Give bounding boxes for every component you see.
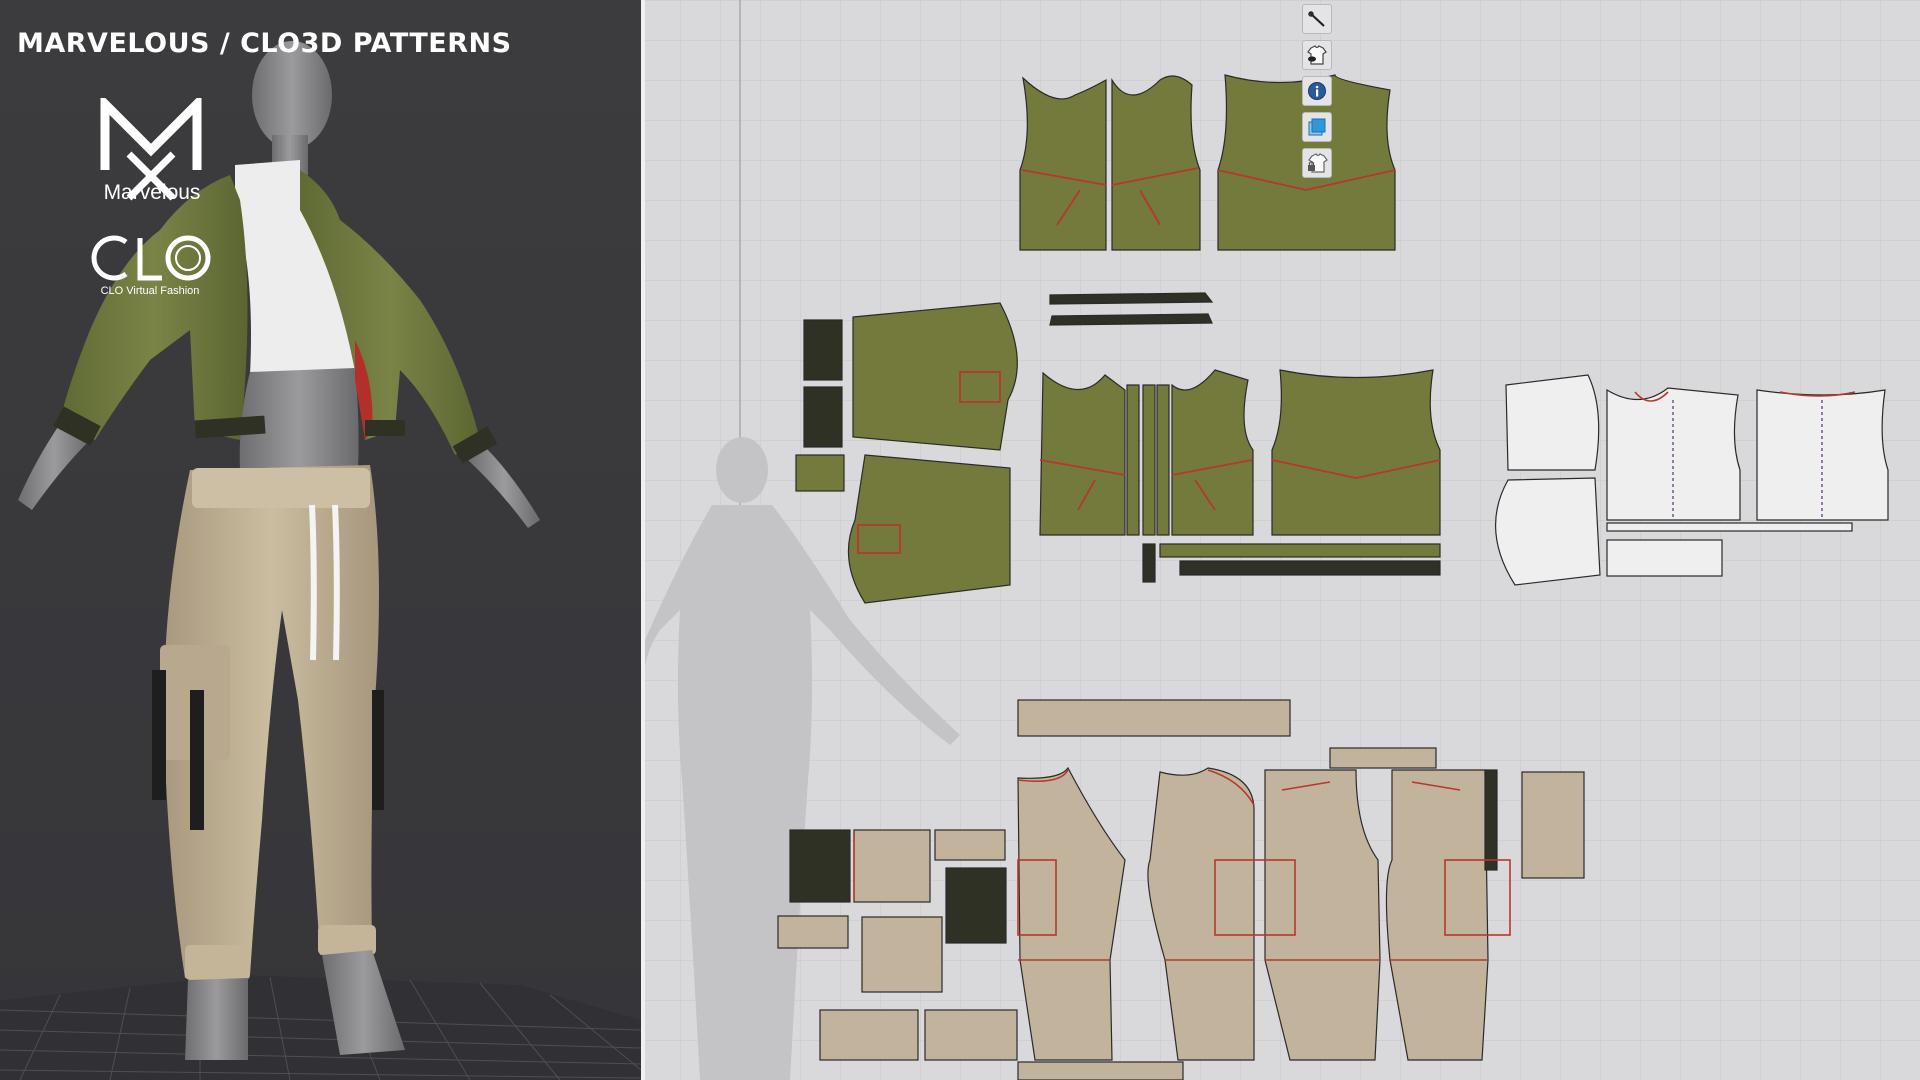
jacket-front-left — [1019, 76, 1107, 251]
top-hem-band — [1606, 539, 1723, 577]
jacket-lining-front-left — [1039, 371, 1126, 536]
trouser-waistband — [192, 468, 370, 508]
info-button[interactable] — [1302, 76, 1332, 106]
trouser-yoke — [1329, 747, 1437, 769]
info-icon — [1308, 82, 1326, 100]
cargo-flap-pattern — [934, 829, 1006, 861]
jacket-sleeve-upper — [852, 302, 1018, 451]
cargo-strap-pattern-2 — [945, 867, 1007, 944]
trouser-cuff-pattern — [819, 1009, 919, 1061]
3d-viewport[interactable]: MARVELOUS / CLO3D PATTERNS Marvelous CLO… — [0, 0, 641, 1080]
jacket-hem-band-dark — [1179, 560, 1441, 576]
cargo-pocket-small — [777, 915, 849, 949]
cargo-strap-left — [152, 670, 166, 800]
jacket-lining-back — [1271, 369, 1441, 536]
top-neckband — [1606, 522, 1853, 532]
fabric-layer-icon — [1308, 118, 1326, 136]
needle-icon — [1308, 11, 1325, 27]
jacket-hem-rib-right — [365, 420, 405, 436]
trouser-hem-pattern — [1017, 1061, 1184, 1080]
jacket-lining-front-right — [1171, 369, 1254, 536]
jacket-cuff-strip — [803, 319, 843, 381]
cargo-pocket-pattern-2 — [861, 916, 943, 993]
avatar-left-foot — [185, 978, 248, 1060]
clo-logo-icon — [91, 235, 211, 281]
cargo-strap-pattern — [789, 829, 851, 903]
jacket-pocket-piece — [795, 454, 845, 492]
jacket-placket-3 — [1156, 384, 1170, 536]
pattern-board — [645, 0, 1920, 1080]
garment-visibility-button[interactable] — [1302, 40, 1332, 70]
trouser-waistband-pattern — [1017, 699, 1291, 737]
jacket-placket — [1126, 384, 1140, 536]
jacket-front-right — [1111, 75, 1201, 251]
jacket-body — [60, 175, 248, 440]
drawstring-left — [309, 504, 317, 661]
top-sleeve-lower — [1494, 477, 1601, 586]
trouser-back-right — [1385, 769, 1489, 1061]
floor-grid — [0, 975, 641, 1080]
trouser-pocket-bag — [1521, 771, 1585, 879]
cargo-strap-right — [372, 690, 384, 810]
garment-lock-button[interactable] — [1302, 148, 1332, 178]
needle-tool-button[interactable] — [1302, 4, 1332, 34]
avatar-head — [252, 41, 332, 175]
garment-visibility-icon — [1307, 45, 1327, 65]
banner-title: MARVELOUS / CLO3D PATTERNS — [17, 28, 512, 59]
garment-lock-icon — [1308, 153, 1328, 173]
jacket-hem-band — [1159, 543, 1441, 558]
pattern-toolbar — [1302, 4, 1334, 184]
marvelous-logo-text: Marvelous — [103, 181, 201, 204]
cargo-strap-left-2 — [190, 690, 204, 830]
2d-pattern-window[interactable] — [645, 0, 1920, 1080]
trouser-fly — [1484, 769, 1498, 871]
clo-logo-text: CLO Virtual Fashion — [100, 285, 200, 297]
jacket-hem-small — [1142, 543, 1156, 583]
trouser-cuff-left — [185, 945, 250, 980]
drawstring-right — [332, 504, 340, 661]
jacket-collar-strip-2 — [1049, 313, 1213, 326]
cargo-pocket-pattern — [853, 829, 931, 903]
avatar-scene — [0, 41, 641, 1080]
jacket-sleeve-lower — [847, 454, 1011, 604]
jacket-cuff-strip-2 — [803, 386, 843, 448]
jacket-placket-2 — [1142, 384, 1156, 536]
jacket-collar-strip — [1049, 292, 1214, 305]
fabric-layer-button[interactable] — [1302, 112, 1332, 142]
top-sleeve-upper — [1505, 374, 1600, 471]
trouser-cuff-pattern-2 — [924, 1009, 1018, 1061]
